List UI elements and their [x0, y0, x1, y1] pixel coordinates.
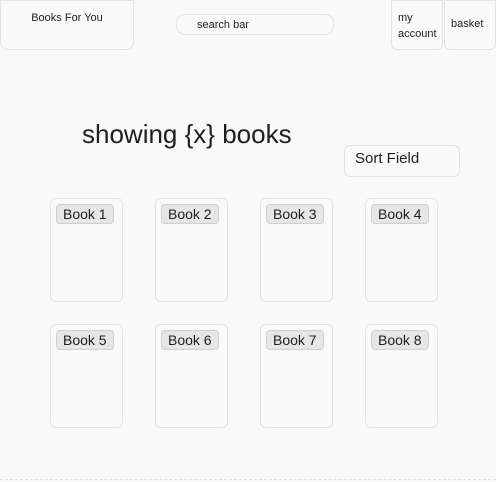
- book-title: Book 6: [161, 330, 219, 350]
- book-title: Book 8: [371, 330, 429, 350]
- sort-field-dropdown[interactable]: Sort Field: [344, 145, 460, 177]
- results-heading: showing {x} books: [82, 119, 292, 149]
- page: Books For You my account basket showing …: [0, 0, 496, 482]
- search-input[interactable]: [197, 18, 327, 31]
- brand-logo[interactable]: Books For You: [0, 0, 134, 50]
- book-card-6[interactable]: Book 6: [155, 324, 228, 428]
- basket-button[interactable]: basket: [444, 0, 496, 50]
- book-card-7[interactable]: Book 7: [260, 324, 333, 428]
- book-card-8[interactable]: Book 8: [365, 324, 438, 428]
- book-card-2[interactable]: Book 2: [155, 198, 228, 302]
- book-title: Book 2: [161, 204, 219, 224]
- book-title: Book 5: [56, 330, 114, 350]
- book-card-3[interactable]: Book 3: [260, 198, 333, 302]
- divider: [0, 479, 496, 480]
- my-account-label: my account: [398, 12, 437, 40]
- book-title: Book 7: [266, 330, 324, 350]
- book-title: Book 4: [371, 204, 429, 224]
- brand-name: Books For You: [31, 12, 103, 24]
- book-title: Book 1: [56, 204, 114, 224]
- book-card-1[interactable]: Book 1: [50, 198, 123, 302]
- book-title: Book 3: [266, 204, 324, 224]
- search-bar[interactable]: [176, 14, 334, 35]
- sort-field-label: Sort Field: [355, 150, 420, 167]
- basket-label: basket: [451, 18, 484, 30]
- book-card-4[interactable]: Book 4: [365, 198, 438, 302]
- book-card-5[interactable]: Book 5: [50, 324, 123, 428]
- my-account-button[interactable]: my account: [391, 0, 443, 50]
